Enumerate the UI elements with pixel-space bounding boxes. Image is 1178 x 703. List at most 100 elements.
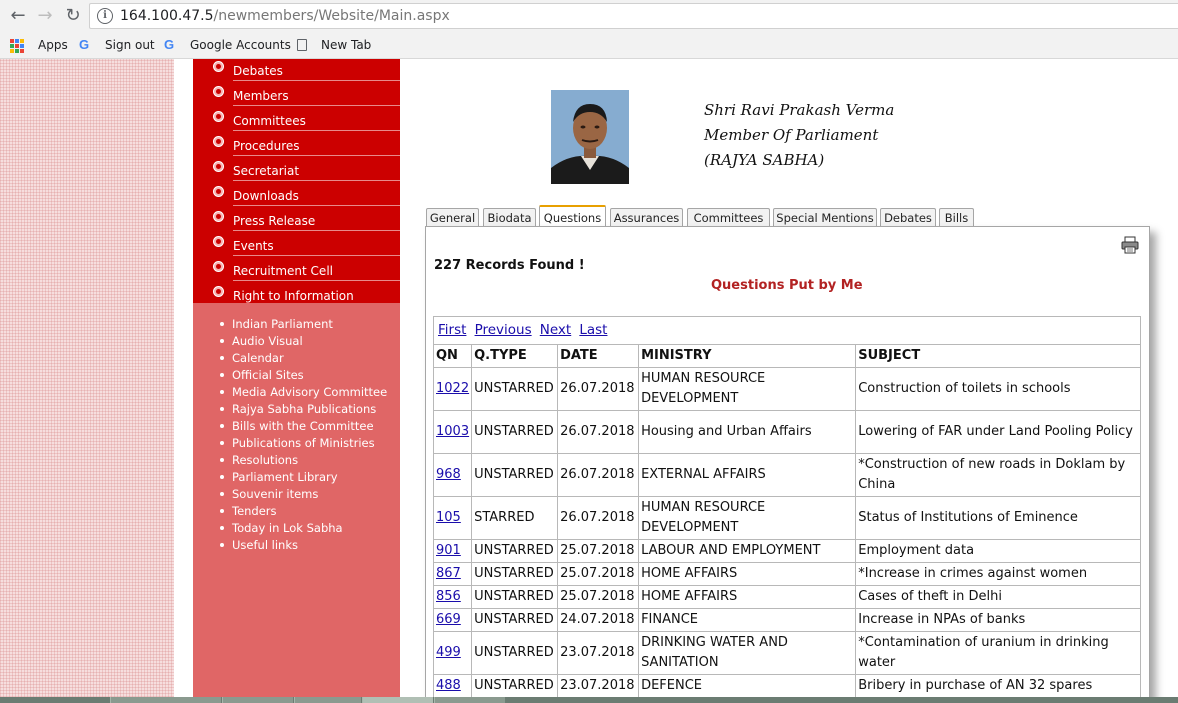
tab-committees[interactable]: Committees (687, 208, 770, 227)
pager-first-link[interactable]: First (438, 322, 466, 338)
apps-grid-icon[interactable] (10, 39, 24, 53)
link-official-sites[interactable]: Official Sites (193, 367, 400, 384)
bullet-dot (220, 509, 224, 513)
table-row: 499 UNSTARRED 23.07.2018 DRINKING WATER … (432, 631, 1141, 675)
menu-divider (233, 130, 400, 131)
link-resolutions[interactable]: Resolutions (193, 452, 400, 469)
qn-link[interactable]: 105 (436, 510, 461, 525)
pager-last-link[interactable]: Last (579, 322, 607, 338)
bullet-dot (220, 475, 224, 479)
link-useful-links[interactable]: Useful links (193, 537, 400, 554)
table-row: 901 UNSTARRED 25.07.2018 LABOUR AND EMPL… (432, 539, 1141, 563)
column-header-subject: SUBJECT (855, 344, 1141, 368)
bookmark-new-tab[interactable]: New Tab (321, 38, 371, 52)
menu-divider (233, 155, 400, 156)
quick-links-list: Indian Parliament Audio Visual Calendar … (193, 316, 400, 554)
qn-link[interactable]: 488 (436, 678, 461, 693)
column-header-qtype: Q.TYPE (471, 344, 559, 368)
browser-toolbar: ← → ↻ i 164.100.47.5/newmembers/Website/… (0, 0, 1178, 33)
bullet-icon (213, 286, 224, 297)
tab-questions[interactable]: Questions (539, 205, 606, 228)
subject-cell: Increase in NPAs of banks (855, 608, 1141, 632)
taskbar-button[interactable] (222, 697, 293, 703)
bullet-dot (220, 356, 224, 360)
tab-assurances[interactable]: Assurances (610, 208, 683, 227)
qtype-cell: UNSTARRED (471, 608, 559, 632)
bullet-dot (220, 424, 224, 428)
menu-item-procedures[interactable]: Procedures (207, 136, 400, 162)
link-tenders[interactable]: Tenders (193, 503, 400, 520)
link-bills-with-the-committee[interactable]: Bills with the Committee (193, 418, 400, 435)
subject-cell: *Increase in crimes against women (855, 562, 1141, 586)
bullet-icon (213, 61, 224, 72)
taskbar-button[interactable] (294, 697, 361, 703)
ministry-cell: HOME AFFAIRS (638, 562, 857, 586)
menu-item-downloads[interactable]: Downloads (207, 186, 400, 212)
reload-icon[interactable]: ↻ (62, 5, 84, 27)
menu-divider (233, 230, 400, 231)
table-row: 669 UNSTARRED 24.07.2018 FINANCE Increas… (432, 608, 1141, 632)
link-parliament-library[interactable]: Parliament Library (193, 469, 400, 486)
info-icon[interactable]: i (97, 8, 113, 24)
bookmark-google-accounts[interactable]: Google Accounts (190, 38, 291, 52)
bookmark-apps[interactable]: Apps (38, 38, 68, 52)
qtype-cell: UNSTARRED (471, 562, 559, 586)
date-cell: 25.07.2018 (557, 539, 640, 563)
link-calendar[interactable]: Calendar (193, 350, 400, 367)
bullet-icon (213, 261, 224, 272)
taskbar-button[interactable] (110, 697, 221, 703)
link-rajya-sabha-publications[interactable]: Rajya Sabha Publications (193, 401, 400, 418)
qn-link[interactable]: 901 (436, 543, 461, 558)
back-arrow-icon[interactable]: ← (7, 5, 29, 27)
taskbar-button[interactable] (434, 697, 505, 703)
column-header-date: DATE (557, 344, 640, 368)
bullet-dot (220, 526, 224, 530)
qn-link[interactable]: 669 (436, 612, 461, 627)
tab-bills[interactable]: Bills (939, 208, 974, 227)
menu-item-debates[interactable]: Debates (207, 61, 400, 87)
menu-item-recruitment-cell[interactable]: Recruitment Cell (207, 261, 400, 287)
qn-link[interactable]: 968 (436, 467, 461, 482)
date-cell: 25.07.2018 (557, 585, 640, 609)
bullet-dot (220, 322, 224, 326)
table-header-row: QN Q.TYPE DATE MINISTRY SUBJECT (432, 344, 1141, 368)
url-text[interactable]: 164.100.47.5/newmembers/Website/Main.asp… (120, 8, 450, 24)
link-souvenir-items[interactable]: Souvenir items (193, 486, 400, 503)
qn-link[interactable]: 1003 (436, 424, 469, 439)
qn-link[interactable]: 856 (436, 589, 461, 604)
link-publications-of-ministries[interactable]: Publications of Ministries (193, 435, 400, 452)
menu-item-members[interactable]: Members (207, 86, 400, 112)
pager-previous-link[interactable]: Previous (475, 322, 532, 338)
printer-icon[interactable] (1121, 236, 1139, 254)
link-today-in-lok-sabha[interactable]: Today in Lok Sabha (193, 520, 400, 537)
qn-cell: 856 (432, 585, 473, 609)
tab-general[interactable]: General (426, 208, 479, 227)
tab-debates[interactable]: Debates (880, 208, 936, 227)
tab-special-mentions[interactable]: Special Mentions (773, 208, 877, 227)
ministry-cell: Housing and Urban Affairs (638, 410, 857, 454)
qn-link[interactable]: 867 (436, 566, 461, 581)
address-bar[interactable]: i 164.100.47.5/newmembers/Website/Main.a… (89, 3, 1178, 29)
qn-link[interactable]: 1022 (436, 381, 469, 396)
date-cell: 24.07.2018 (557, 608, 640, 632)
menu-item-committees[interactable]: Committees (207, 111, 400, 137)
qn-link[interactable]: 499 (436, 645, 461, 660)
ministry-cell: DEFENCE (638, 674, 857, 698)
menu-item-events[interactable]: Events (207, 236, 400, 262)
link-label: Tenders (232, 504, 277, 518)
menu-item-label: Committees (233, 114, 306, 128)
forward-arrow-icon[interactable]: → (34, 5, 56, 27)
menu-divider (233, 105, 400, 106)
tab-biodata[interactable]: Biodata (483, 208, 536, 227)
menu-item-secretariat[interactable]: Secretariat (207, 161, 400, 187)
link-audio-visual[interactable]: Audio Visual (193, 333, 400, 350)
link-indian-parliament[interactable]: Indian Parliament (193, 316, 400, 333)
pager-next-link[interactable]: Next (540, 322, 571, 338)
ministry-cell: FINANCE (638, 608, 857, 632)
menu-item-press-release[interactable]: Press Release (207, 211, 400, 237)
menu-item-right-to-information[interactable]: Right to Information (207, 286, 400, 312)
qn-cell: 1003 (432, 410, 473, 454)
bookmark-sign-out[interactable]: Sign out (105, 38, 155, 52)
taskbar-button[interactable] (362, 697, 433, 703)
link-media-advisory-committee[interactable]: Media Advisory Committee (193, 384, 400, 401)
